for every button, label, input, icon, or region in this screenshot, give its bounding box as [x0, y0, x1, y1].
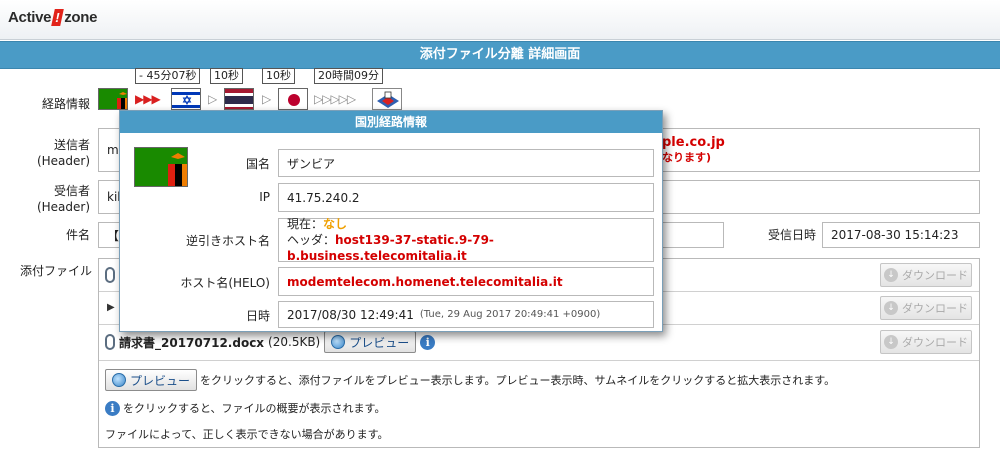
- page-title: 添付ファイル分離 詳細画面: [0, 41, 1000, 69]
- preview-button-label: プレビュー: [130, 373, 191, 388]
- popup-rdns-header: ヘッダ：host139-37-static.9-79-b.business.te…: [287, 232, 645, 264]
- logo-text-right: zone: [64, 9, 98, 26]
- popup-country-value: ザンビア: [287, 156, 336, 171]
- logo-mark: !: [51, 9, 65, 26]
- popup-helo-label: ホスト名(HELO): [180, 276, 270, 290]
- hop-arrows-3: ▷: [262, 92, 271, 106]
- paperclip-icon: [105, 267, 115, 283]
- popup-rdns-label: 逆引きホスト名: [185, 234, 270, 248]
- israel-flag-icon[interactable]: [171, 88, 201, 110]
- sender-note: ple.co.jp なります): [662, 135, 725, 165]
- attachments-label: 添付ファイル: [19, 264, 92, 278]
- download-button-label: ダウンロード: [902, 302, 968, 315]
- recipient-label-line1: 受信者: [53, 184, 90, 198]
- subject-value: 【: [107, 228, 120, 243]
- rdns-current-label: 現在：: [287, 217, 324, 231]
- hop-time-2: 10秒: [210, 68, 243, 84]
- logo-text-left: Active: [8, 9, 52, 26]
- magnifier-icon: [112, 373, 126, 387]
- rdns-header-label: ヘッダ：: [287, 233, 336, 247]
- download-button-label: ダウンロード: [902, 269, 968, 282]
- hop-time-1: - 45分07秒: [135, 68, 201, 84]
- popup-helo-value: modemtelecom.homenet.telecomitalia.it: [287, 274, 563, 289]
- hop-time-3: 10秒: [262, 68, 295, 84]
- thailand-flag-icon[interactable]: [224, 88, 254, 110]
- help-line-2-text: をクリックすると、ファイルの概要が表示されます。: [123, 402, 386, 415]
- info-icon[interactable]: i: [420, 334, 436, 350]
- hop-time-4: 20時間09分: [314, 68, 383, 84]
- info-icon: i: [105, 400, 120, 416]
- popup-date-label: 日時: [245, 309, 270, 323]
- help-line-1-text: をクリックすると、添付ファイルをプレビュー表示します。プレビュー表示時、サムネイ…: [200, 374, 836, 387]
- country-route-popup: 国別経路情報 国名 ザンビア IP 41.75.240.2 逆引きホスト名 現在…: [119, 110, 663, 332]
- popup-date-field: 2017/08/30 12:49:41 (Tue, 29 Aug 2017 20…: [278, 301, 654, 328]
- help-line-2: i をクリックすると、ファイルの概要が表示されます。: [105, 400, 385, 416]
- attachment-file-name[interactable]: 請求書_20170712.docx: [119, 334, 264, 351]
- popup-ip-field: 41.75.240.2: [278, 183, 654, 212]
- attachment-file-size: (20.5KB): [268, 335, 321, 349]
- sender-label-line1: 送信者: [53, 138, 90, 152]
- received-field: 2017-08-30 15:14:23: [822, 222, 980, 248]
- attachment-file: 請求書_20170712.docx (20.5KB) プレビュー i: [105, 331, 436, 353]
- popup-date-value: 2017/08/30 12:49:41: [287, 307, 414, 322]
- paperclip-icon: [105, 334, 115, 350]
- sender-note-line1: ple.co.jp: [662, 135, 725, 150]
- hop-arrows-1: ▶▶▶: [135, 92, 161, 106]
- server-icon[interactable]: [372, 88, 402, 110]
- download-button-3[interactable]: ↓ ダウンロード: [880, 330, 972, 354]
- received-label: 受信日時: [767, 228, 816, 242]
- route-label: 経路情報: [41, 97, 90, 111]
- download-icon: ↓: [884, 335, 898, 349]
- popup-rdns-current: 現在：なし: [287, 216, 347, 232]
- popup-country-label: 国名: [245, 157, 270, 171]
- download-icon: ↓: [884, 301, 898, 315]
- subject-label: 件名: [65, 228, 90, 242]
- sender-label: 送信者 (Header): [20, 137, 90, 169]
- zambia-flag-icon[interactable]: [98, 88, 128, 110]
- download-icon: ↓: [884, 268, 898, 282]
- popup-date-sub: (Tue, 29 Aug 2017 20:49:41 +0900): [419, 309, 601, 320]
- popup-country-field: ザンビア: [278, 149, 654, 177]
- download-button-2[interactable]: ↓ ダウンロード: [880, 296, 972, 320]
- recipient-label: 受信者 (Header): [20, 183, 90, 215]
- received-value: 2017-08-30 15:14:23: [831, 228, 959, 242]
- preview-button-label: プレビュー: [349, 335, 410, 350]
- expand-triangle-icon[interactable]: ▶: [107, 302, 115, 313]
- hop-arrows-2: ▷: [208, 92, 217, 106]
- popup-ip-label: IP: [259, 190, 270, 204]
- japan-flag-icon[interactable]: [278, 88, 308, 110]
- hop-arrows-4: ▷▷▷▷▷: [314, 92, 356, 106]
- preview-button[interactable]: プレビュー: [324, 331, 417, 353]
- magnifier-icon: [331, 335, 346, 349]
- download-button-1[interactable]: ↓ ダウンロード: [880, 263, 972, 287]
- recipient-label-line2: (Header): [36, 200, 90, 214]
- popup-title: 国別経路情報: [120, 111, 662, 133]
- help-line-1: プレビュー をクリックすると、添付ファイルをプレビュー表示します。プレビュー表示…: [105, 369, 835, 391]
- app-logo[interactable]: Active ! zone: [8, 9, 98, 26]
- download-button-label: ダウンロード: [902, 336, 968, 349]
- rdns-current-value: なし: [323, 217, 348, 231]
- popup-helo-field: modemtelecom.homenet.telecomitalia.it: [278, 267, 654, 296]
- preview-button-sample: プレビュー: [105, 369, 198, 391]
- sender-note-line2: なります): [662, 151, 712, 164]
- zambia-flag-large-icon: [134, 147, 188, 187]
- sender-label-line2: (Header): [36, 154, 90, 168]
- popup-rdns-field: 現在：なし ヘッダ：host139-37-static.9-79-b.busin…: [278, 216, 654, 264]
- top-bar: Active ! zone: [0, 0, 1000, 40]
- help-line-3: ファイルによって、正しく表示できない場合があります。: [105, 428, 389, 441]
- popup-ip-value: 41.75.240.2: [287, 190, 360, 205]
